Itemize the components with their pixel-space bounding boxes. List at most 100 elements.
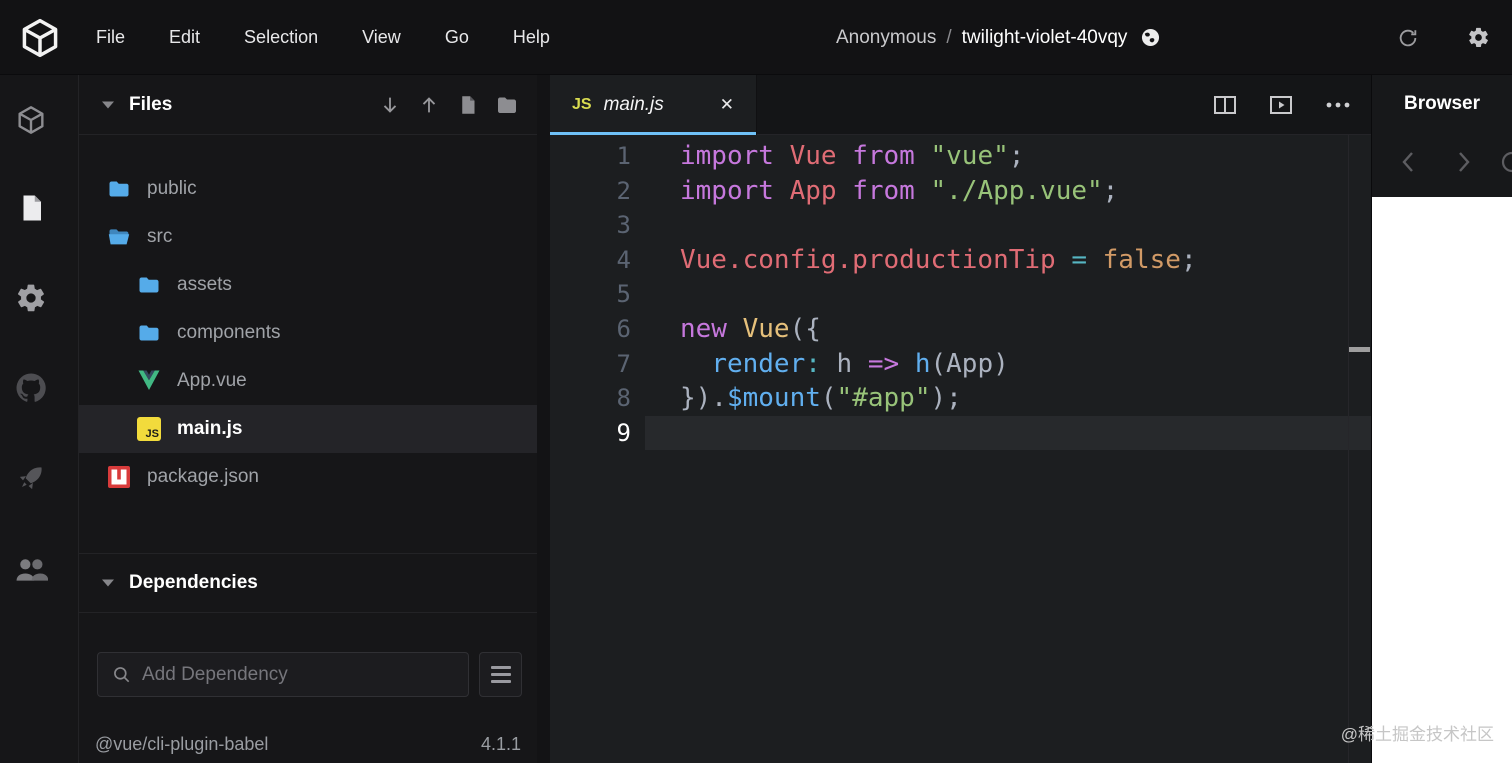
- browser-nav: [1372, 145, 1512, 185]
- menu-item-selection[interactable]: Selection: [244, 27, 318, 48]
- files-panel: Files public src assets components App.vue JS…: [78, 75, 537, 763]
- tree-item-components[interactable]: components: [79, 309, 537, 357]
- file-explorer-icon[interactable]: [14, 191, 48, 225]
- watermark: @稀土掘金技术社区: [1340, 725, 1494, 744]
- file-label: package.json: [147, 466, 259, 487]
- tab-bar: JS main.js ✕: [550, 75, 1371, 135]
- browser-tab-label[interactable]: Browser: [1372, 93, 1512, 115]
- files-actions: [379, 93, 537, 117]
- line-number: 2: [616, 176, 631, 205]
- dependency-menu-button[interactable]: [479, 652, 522, 697]
- tree-item-app-vue[interactable]: App.vue: [79, 357, 537, 405]
- file-label: public: [147, 178, 197, 199]
- dependencies-header: Dependencies: [79, 553, 537, 613]
- open-preview-icon[interactable]: [1269, 95, 1293, 115]
- code-editor[interactable]: 1 2 3 4 5 6 7 8 9 import Vue from "vue"; import A…: [550, 135, 1371, 763]
- deployment-rocket-icon[interactable]: [14, 461, 48, 495]
- activity-rail: [0, 75, 78, 763]
- tree-item-src[interactable]: src: [79, 213, 537, 261]
- line-number: 1: [616, 142, 631, 170]
- folder-icon: [137, 273, 161, 297]
- line-number: 9: [616, 418, 631, 447]
- folder-icon: [109, 181, 129, 197]
- folder-icon: [137, 321, 161, 345]
- file-label: src: [147, 226, 173, 247]
- editor-actions: [1213, 75, 1371, 134]
- scrollbar-thumb[interactable]: [1349, 347, 1370, 352]
- js-file-icon: JS: [137, 417, 161, 441]
- upload-icon[interactable]: [418, 93, 440, 117]
- forward-icon[interactable]: [1452, 149, 1474, 175]
- add-dependency-search[interactable]: [97, 652, 469, 697]
- files-title: Files: [129, 93, 173, 115]
- globe-privacy-icon: [1141, 28, 1160, 47]
- code-line: import App from "./App.vue";: [680, 175, 1119, 206]
- close-tab-icon[interactable]: ✕: [720, 95, 734, 115]
- browser-pane: Browser @稀土掘金技术社区: [1341, 75, 1512, 763]
- tree-item-assets[interactable]: assets: [79, 261, 537, 309]
- settings-gear-icon[interactable]: [1467, 26, 1490, 49]
- split-view-icon[interactable]: [1213, 95, 1237, 115]
- menu-item-go[interactable]: Go: [445, 27, 469, 48]
- dependency-row[interactable]: @vue/cli-plugin-babel 4.1.1: [79, 725, 537, 763]
- menu-item-view[interactable]: View: [362, 27, 401, 48]
- dependencies-collapse-caret-icon[interactable]: [101, 578, 115, 588]
- line-number: 5: [616, 280, 631, 309]
- line-number-gutter: 1 2 3 4 5 6 7 8 9: [550, 139, 645, 450]
- folder-icon: [107, 177, 131, 201]
- search-icon: [112, 665, 132, 685]
- github-icon[interactable]: [14, 371, 48, 405]
- dependencies-title: Dependencies: [129, 572, 258, 593]
- export-download-icon[interactable]: [379, 93, 401, 117]
- code-line: [645, 415, 1371, 451]
- line-number: 4: [616, 245, 631, 274]
- files-collapse-caret-icon[interactable]: [101, 100, 115, 110]
- line-number: 6: [616, 314, 631, 343]
- menu-item-edit[interactable]: Edit: [169, 27, 200, 48]
- codesandbox-logo-icon[interactable]: [16, 14, 64, 62]
- menu-item-file[interactable]: File: [96, 27, 125, 48]
- tab-main-js[interactable]: JS main.js ✕: [550, 75, 757, 135]
- project-name[interactable]: twilight-violet-40vqy: [962, 27, 1128, 49]
- npm-icon: [107, 465, 131, 489]
- editor-pane: JS main.js ✕ 1 2 3 4 5 6 7 8 9 import Vue from "…: [550, 75, 1371, 763]
- add-dependency-input[interactable]: [142, 663, 442, 686]
- user-name: Anonymous: [836, 26, 937, 48]
- tree-item-public[interactable]: public: [79, 165, 537, 213]
- settings-icon[interactable]: [14, 281, 48, 315]
- sandbox-cube-icon[interactable]: [14, 103, 48, 137]
- file-label: App.vue: [177, 370, 247, 391]
- refresh-icon[interactable]: [1397, 27, 1419, 49]
- js-file-type-icon: JS: [572, 96, 592, 113]
- line-number: 3: [616, 211, 631, 240]
- back-icon[interactable]: [1398, 149, 1420, 175]
- live-collaboration-icon[interactable]: [14, 553, 48, 587]
- tree-item-main-js[interactable]: JS main.js: [79, 405, 537, 453]
- new-folder-icon[interactable]: [495, 93, 519, 117]
- tree-item-package-json[interactable]: package.json: [79, 453, 537, 501]
- menu-item-help[interactable]: Help: [513, 27, 550, 48]
- topbar: File Edit Selection View Go Help Anonymous / …: [0, 0, 1512, 75]
- code-line: }).$mount("#app");: [680, 383, 962, 414]
- code-content: import Vue from "vue"; import App from ".…: [645, 139, 1371, 451]
- tab-label: main.js: [603, 94, 664, 115]
- file-label: assets: [177, 274, 232, 295]
- panel-resize-handle[interactable]: [537, 75, 550, 763]
- menu-bar: File Edit Selection View Go Help: [96, 0, 550, 75]
- code-line: new Vue({: [680, 313, 821, 344]
- line-number: 7: [616, 349, 631, 378]
- vue-file-icon: [138, 370, 160, 390]
- vue-icon: [137, 369, 161, 393]
- line-number: 8: [616, 384, 631, 413]
- new-file-icon[interactable]: [457, 93, 478, 117]
- scrollbar-track: [1348, 135, 1349, 763]
- dependency-list: @vue/cli-plugin-babel 4.1.1: [79, 725, 537, 763]
- dependency-name: @vue/cli-plugin-babel: [95, 733, 269, 754]
- code-line: render: h => h(App): [711, 348, 1009, 379]
- browser-refresh-icon[interactable]: [1500, 149, 1512, 175]
- dependency-version: 4.1.1: [480, 733, 521, 754]
- breadcrumb: Anonymous / twilight-violet-40vqy: [836, 0, 1160, 75]
- folder-open-icon: [107, 225, 131, 249]
- more-options-icon[interactable]: [1325, 101, 1351, 109]
